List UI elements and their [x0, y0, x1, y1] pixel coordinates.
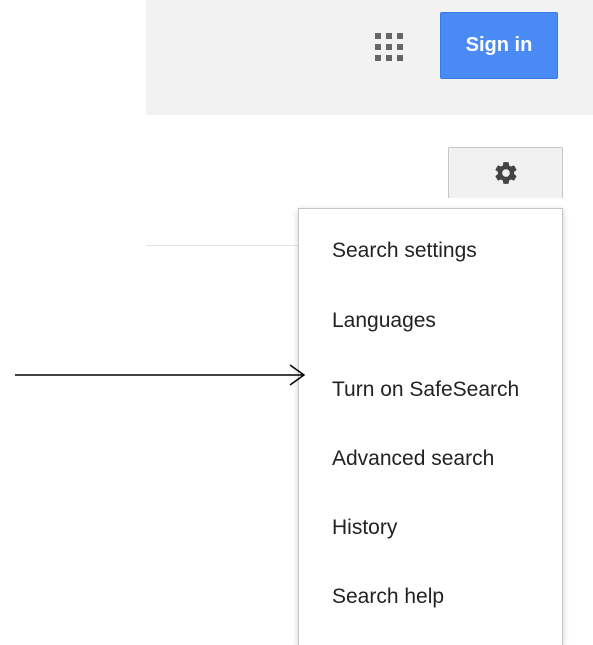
sign-in-button[interactable]: Sign in [440, 12, 558, 79]
pointer-arrow-icon [15, 364, 306, 386]
settings-gear-button[interactable] [448, 147, 563, 198]
menu-item-history[interactable]: History [299, 498, 562, 558]
gear-icon [494, 162, 517, 184]
menu-item-languages[interactable]: Languages [299, 291, 562, 351]
page: Sign in Search settings Languages Turn o… [0, 0, 593, 645]
menu-item-advanced-search[interactable]: Advanced search [299, 429, 562, 489]
menu-item-search-help[interactable]: Search help [299, 567, 562, 627]
menu-item-search-settings[interactable]: Search settings [299, 221, 562, 281]
header-divider [146, 245, 298, 246]
apps-grid-icon[interactable] [375, 33, 403, 61]
menu-item-turn-on-safesearch[interactable]: Turn on SafeSearch [299, 360, 562, 420]
settings-dropdown-menu: Search settings Languages Turn on SafeSe… [298, 208, 563, 645]
